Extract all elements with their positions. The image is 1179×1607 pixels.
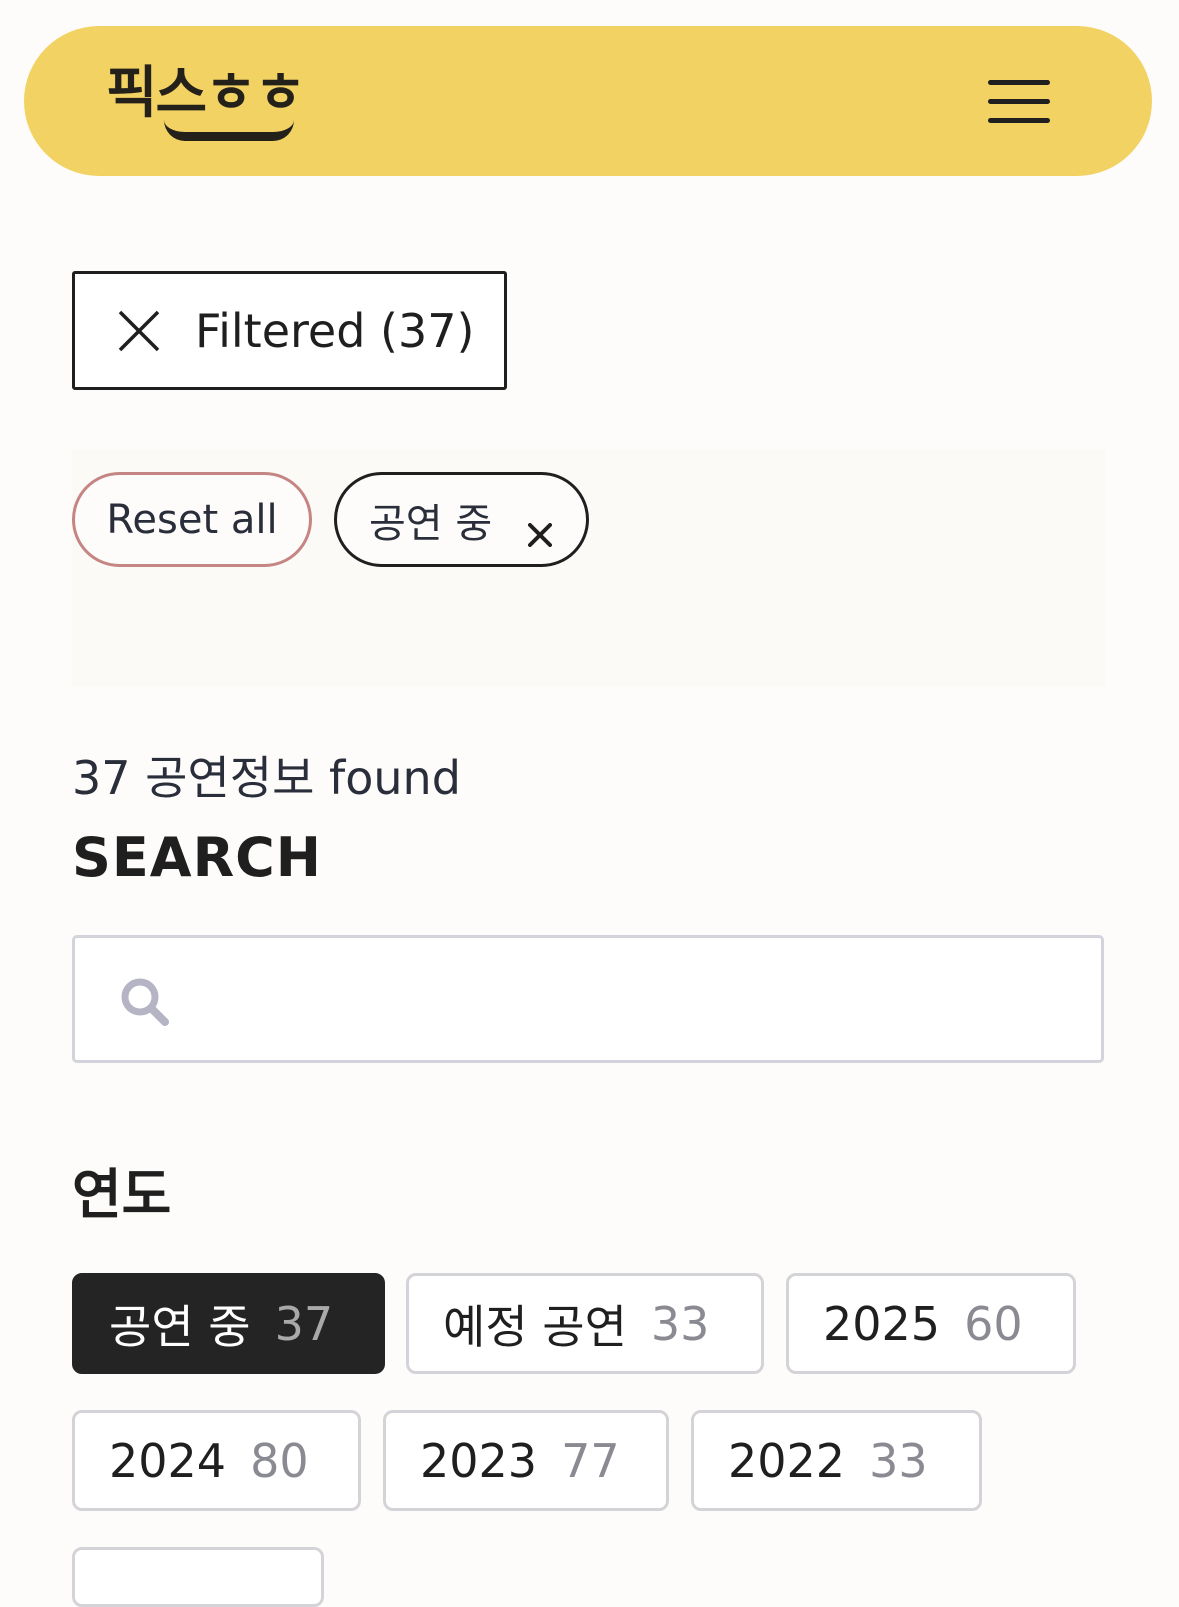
year-option-upcoming[interactable]: 예정 공연 33	[406, 1273, 764, 1374]
filter-toggle-button[interactable]: Filtered (37)	[72, 271, 507, 390]
year-option-2023[interactable]: 2023 77	[383, 1410, 669, 1511]
year-facet-heading: 연도	[72, 1163, 172, 1226]
site-header: 픽스ㅎㅎ	[24, 26, 1152, 176]
reset-all-button[interactable]: Reset all	[72, 472, 312, 567]
year-option-label: 2023	[420, 1433, 538, 1488]
close-icon	[117, 309, 161, 353]
year-option-label: 2024	[109, 1433, 227, 1488]
year-option-label: 예정 공연	[443, 1299, 627, 1354]
result-count: 37 공연정보 found	[72, 751, 461, 805]
year-option-count: 60	[964, 1296, 1023, 1351]
logo-smile-mark	[164, 120, 294, 141]
search-box	[72, 935, 1104, 1063]
active-filter-chip-label: 공연 중	[369, 500, 493, 547]
active-filters: Reset all 공연 중	[72, 450, 1106, 686]
year-option-more[interactable]	[72, 1547, 324, 1607]
active-filter-chip[interactable]: 공연 중	[334, 472, 589, 567]
search-input[interactable]	[195, 958, 1079, 1044]
year-option-2025[interactable]: 2025 60	[786, 1273, 1076, 1374]
year-option-count: 77	[561, 1433, 620, 1488]
filter-toggle-label: Filtered (37)	[195, 303, 475, 358]
close-icon[interactable]	[528, 511, 552, 547]
year-option-count: 33	[869, 1433, 928, 1488]
year-option-label: 2025	[823, 1296, 941, 1351]
year-option-count: 33	[650, 1296, 710, 1351]
search-heading: SEARCH	[72, 826, 322, 889]
year-option-2024[interactable]: 2024 80	[72, 1410, 361, 1511]
reset-all-label: Reset all	[106, 496, 278, 543]
year-option-count: 80	[250, 1433, 309, 1488]
hamburger-menu-icon[interactable]	[986, 78, 1052, 126]
year-option-count: 37	[274, 1296, 334, 1351]
year-option-2022[interactable]: 2022 33	[691, 1410, 982, 1511]
year-option-label: 공연 중	[109, 1299, 251, 1354]
site-logo[interactable]: 픽스ㅎㅎ	[106, 62, 306, 126]
search-icon	[119, 976, 171, 1028]
year-option-now-showing[interactable]: 공연 중 37	[72, 1273, 385, 1374]
year-option-label: 2022	[728, 1433, 846, 1488]
